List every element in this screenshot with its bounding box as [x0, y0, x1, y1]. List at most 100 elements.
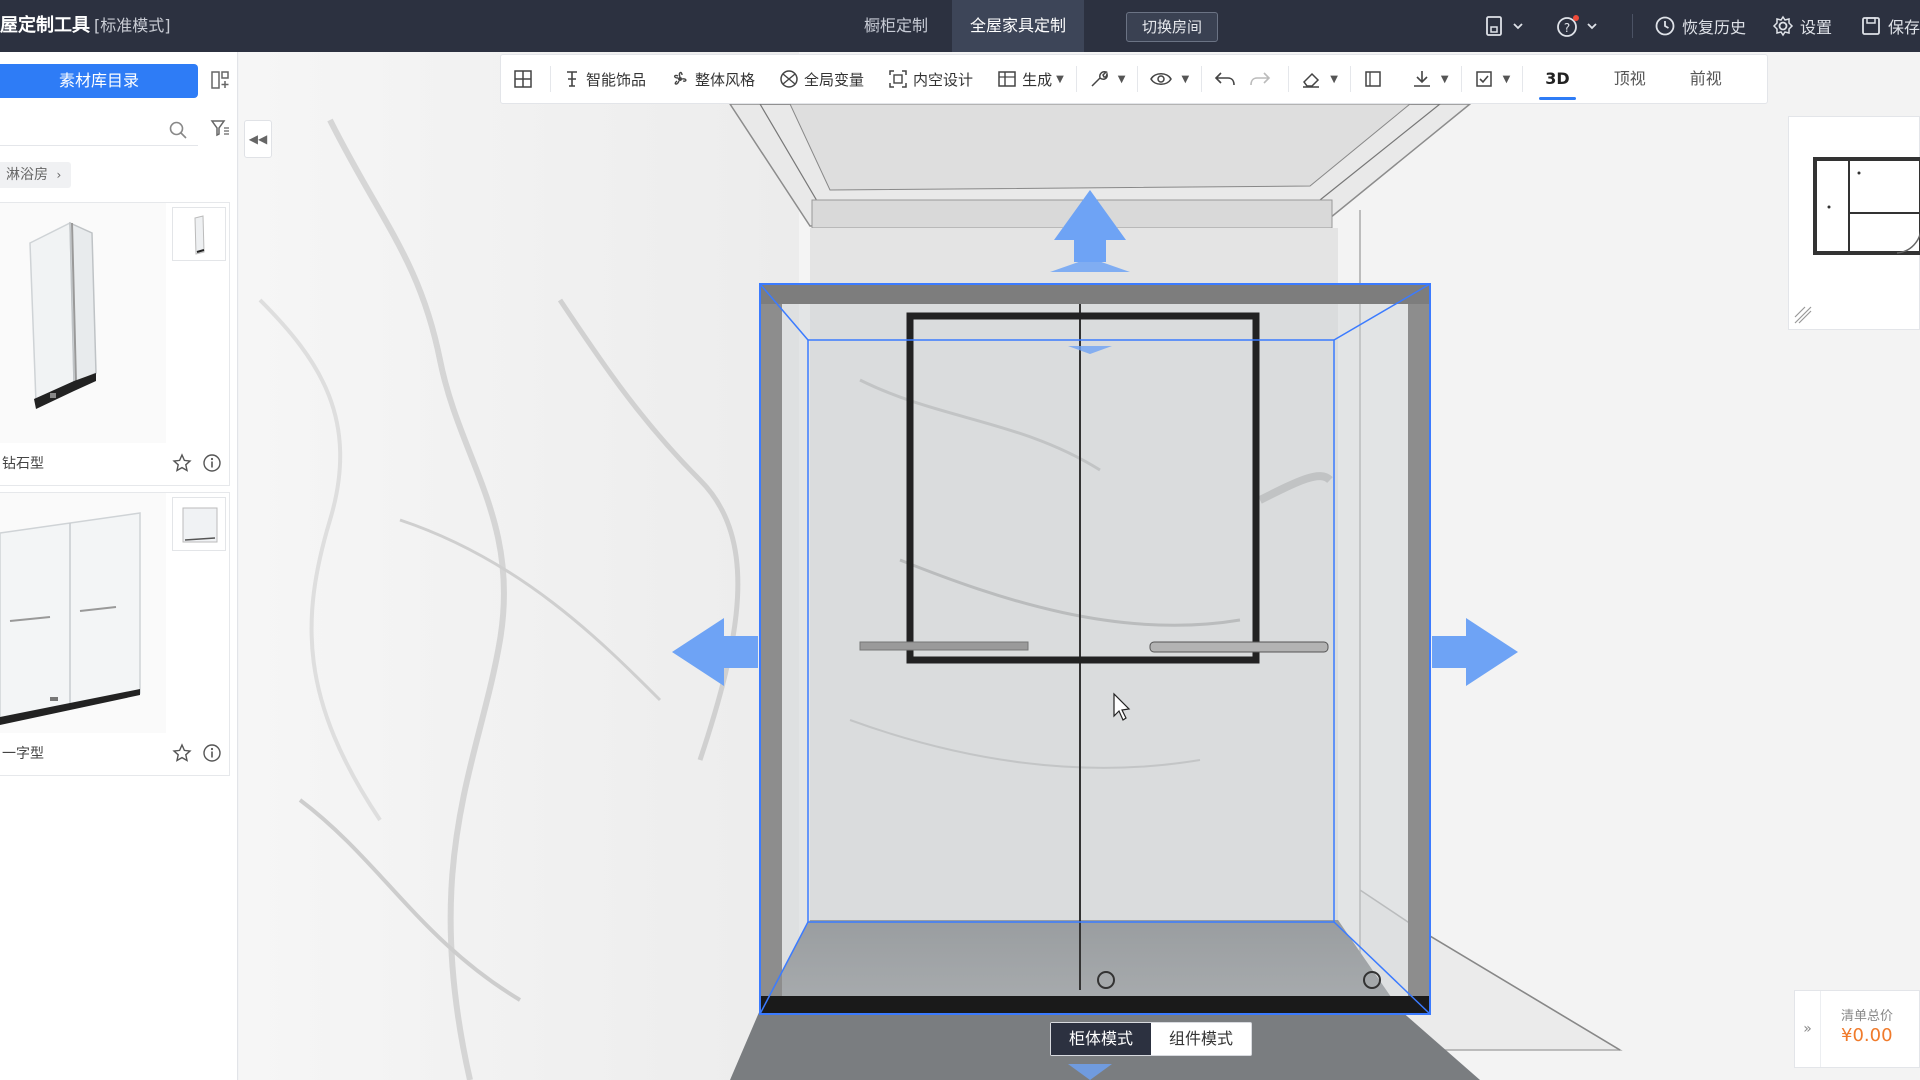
price-value: ¥0.00 [1841, 1025, 1893, 1046]
export-menu[interactable]: ▼ [1400, 54, 1461, 104]
tab-cabinet-custom[interactable]: 橱柜定制 [840, 0, 952, 52]
3d-viewport[interactable] [239, 52, 1920, 1080]
smart-decor-tool[interactable]: 智能饰品 [551, 54, 658, 104]
settings-label: 设置 [1800, 18, 1833, 37]
search-icon[interactable] [168, 120, 188, 140]
undo-button[interactable] [1202, 54, 1245, 104]
info-icon[interactable] [202, 743, 222, 763]
cabinet-mode-button[interactable]: 柜体模式 [1051, 1023, 1152, 1055]
generate-icon [998, 71, 1016, 87]
info-icon[interactable] [202, 453, 222, 473]
chevron-right-icon: › [56, 168, 62, 182]
switch-room-button[interactable]: 切换房间 [1126, 12, 1218, 42]
chevron-down-icon [1513, 23, 1523, 30]
global-variables-icon [780, 70, 798, 88]
product-thumbnail [0, 203, 166, 443]
download-icon [1413, 71, 1430, 87]
search-input[interactable] [0, 112, 160, 144]
material-library-panel: 素材库目录 淋浴房 › 钻石型 一字型 [0, 52, 238, 1080]
svg-text:?: ? [1564, 21, 1570, 35]
global-variables-label: 全局变量 [804, 70, 865, 89]
smart-decor-label: 智能饰品 [586, 70, 647, 89]
visibility-menu[interactable]: ▼ [1138, 54, 1201, 104]
chevron-down-icon: ▼ [1440, 73, 1449, 85]
product-name: 钻石型 [2, 456, 44, 472]
layout-toggle-icon[interactable] [210, 70, 230, 94]
star-icon[interactable] [172, 453, 192, 473]
interior-design-icon [889, 70, 907, 88]
fan-style-icon [673, 71, 687, 85]
top-bar: 屋定制工具 [标准模式] 橱柜定制 全屋家具定制 切换房间 ? 恢复历史 设置 保… [0, 0, 1920, 52]
overall-style-label: 整体风格 [695, 70, 756, 89]
product-thumbnail [0, 493, 166, 733]
save-button[interactable]: 保存 [1860, 0, 1920, 52]
redo-button[interactable] [1245, 54, 1288, 104]
checklist-icon [1475, 71, 1492, 87]
chevron-down-icon: ▼ [1056, 73, 1064, 85]
product-variant-thumbnail[interactable] [172, 497, 226, 551]
double-chevron-right-icon: » [1803, 1021, 1812, 1037]
frame-icon [1365, 71, 1381, 87]
view-tab-3d[interactable]: 3D [1523, 54, 1591, 104]
interior-design-tool[interactable]: 内空设计 [876, 54, 985, 104]
eraser-icon [1303, 72, 1320, 88]
redo-icon [1250, 72, 1271, 86]
history-clock-icon [1655, 16, 1675, 36]
product-card-diamond[interactable]: 钻石型 [0, 202, 230, 486]
interior-design-label: 内空设计 [913, 70, 974, 89]
tools-menu[interactable]: ▼ [1077, 54, 1138, 104]
star-icon[interactable] [172, 743, 192, 763]
frame-tool[interactable] [1351, 54, 1400, 104]
scene-canvas[interactable] [239, 52, 1920, 1080]
product-variant-thumbnail[interactable] [172, 207, 226, 261]
collapse-panel-button[interactable]: ◀◀ [244, 120, 272, 158]
price-panel: » 清单总价 ¥0.00 [1794, 990, 1920, 1068]
file-save-icon [1486, 16, 1502, 36]
app-title: 屋定制工具 [标准模式] [0, 0, 171, 52]
save-menu-button[interactable] [1484, 0, 1530, 52]
chevron-down-icon: ▼ [1117, 73, 1126, 85]
eye-icon [1150, 73, 1173, 85]
chevron-down-icon: ▼ [1181, 73, 1190, 85]
grid-layout-icon [514, 70, 532, 88]
view-tab-top[interactable]: 顶视 [1592, 54, 1668, 104]
chevron-down-icon: ▼ [1502, 73, 1511, 85]
double-chevron-left-icon: ◀◀ [248, 132, 268, 146]
save-label: 保存 [1888, 18, 1920, 37]
save-icon [1862, 17, 1880, 35]
tab-whole-house-furniture[interactable]: 全屋家具定制 [952, 0, 1084, 52]
floor-plan-minimap[interactable] [1788, 116, 1920, 330]
expand-price-button[interactable]: » [1795, 991, 1821, 1067]
smart-decor-icon [567, 71, 577, 87]
price-label: 清单总价 [1841, 1009, 1894, 1024]
component-mode-button[interactable]: 组件模式 [1151, 1023, 1251, 1055]
app-title-text: 屋定制工具 [0, 15, 90, 36]
restore-history-label: 恢复历史 [1682, 18, 1747, 37]
generate-label: 生成 [1022, 70, 1053, 89]
generate-tool[interactable]: 生成 ▼ [985, 54, 1076, 104]
undo-icon [1215, 72, 1235, 86]
help-icon: ? [1557, 15, 1579, 37]
restore-history-button[interactable]: 恢复历史 [1654, 0, 1746, 52]
top-divider [1632, 14, 1633, 38]
view-tab-front[interactable]: 前视 [1668, 54, 1744, 104]
breadcrumb-category[interactable]: 淋浴房 › [0, 162, 72, 188]
overall-style-tool[interactable]: 整体风格 [658, 54, 767, 104]
mode-label: [标准模式] [94, 16, 171, 35]
chevron-down-icon: ▼ [1330, 73, 1338, 85]
global-variables-tool[interactable]: 全局变量 [767, 54, 876, 104]
layout-grid-tool[interactable] [501, 54, 550, 104]
check-menu[interactable]: ▼ [1462, 54, 1523, 104]
help-menu-button[interactable]: ? [1556, 0, 1604, 52]
product-card-inline[interactable]: 一字型 [0, 492, 230, 776]
main-toolbar: 智能饰品 整体风格 全局变量 内空设计 生成 ▼ ▼ ▼ ▼ ▼ ▼ 3D 顶视… [500, 54, 1768, 104]
settings-button[interactable]: 设置 [1772, 0, 1832, 52]
gear-icon [1772, 15, 1794, 37]
breadcrumb-label: 淋浴房 [6, 167, 48, 183]
material-catalog-button[interactable]: 素材库目录 [0, 64, 198, 98]
chevron-down-icon [1587, 23, 1597, 30]
filter-icon[interactable] [210, 118, 230, 138]
search-box [0, 112, 198, 146]
mode-switch: 柜体模式 组件模式 [1050, 1022, 1253, 1056]
eraser-menu[interactable]: ▼ [1289, 54, 1350, 104]
